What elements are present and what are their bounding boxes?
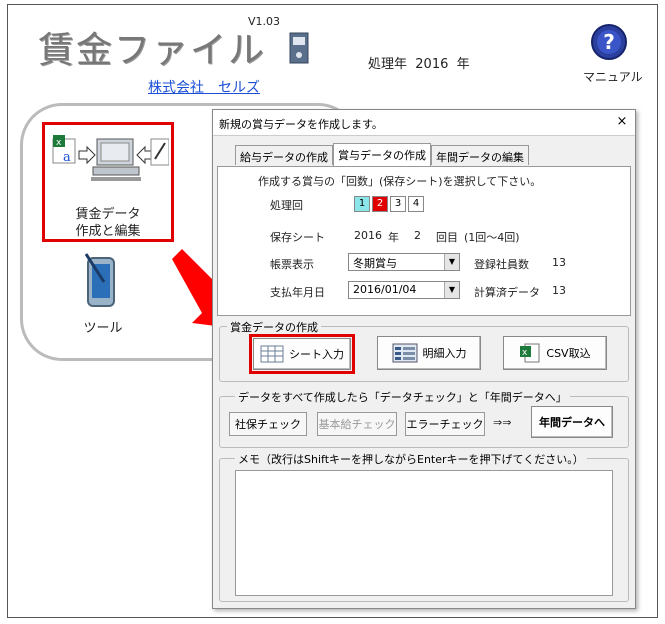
bonus-dialog: 新規の賞与データを作成します。 × 給与データの作成 賞与データの作成 年間デー…: [212, 109, 636, 609]
detail-input-label: 明細入力: [422, 347, 467, 360]
csv-import-button[interactable]: x CSV取込: [503, 336, 607, 370]
pay-date-value: 2016/01/04: [353, 283, 417, 296]
year-label: 処理年: [368, 57, 408, 72]
form-select[interactable]: 冬期賞与 ▼: [348, 253, 460, 271]
processing-year: 処理年 2016 年: [368, 53, 470, 72]
error-check-button[interactable]: エラーチェック: [405, 412, 485, 436]
save-sheet-round-unit: 回目: [436, 231, 458, 244]
svg-text:x: x: [56, 138, 62, 148]
year-value: 2016: [415, 57, 449, 72]
chevron-down-icon: ▼: [444, 254, 459, 270]
pay-date-select[interactable]: 2016/01/04 ▼: [348, 281, 460, 299]
save-sheet-label: 保存シート: [270, 231, 325, 244]
wage-data-button[interactable]: x a 賃金データ 作成と編集: [42, 122, 174, 242]
round-label: 処理回: [270, 199, 303, 212]
year-unit: 年: [456, 57, 470, 72]
calculated-label: 計算済データ: [474, 286, 540, 299]
wage-data-label-2: 作成と編集: [75, 224, 141, 239]
file-binder-icon: [289, 32, 309, 64]
smartphone-tool-icon[interactable]: [78, 252, 124, 310]
pay-date-label: 支払年月日: [270, 286, 325, 299]
save-sheet-year-unit: 年: [388, 231, 399, 244]
registered-value: 13: [552, 256, 566, 269]
calculated-value: 13: [552, 284, 566, 297]
computer-exchange-icon: x a: [52, 135, 169, 181]
tab-salary[interactable]: 給与データの作成: [235, 145, 333, 165]
csv-import-label: CSV取込: [546, 347, 591, 360]
insurance-check-button[interactable]: 社保チェック: [229, 412, 307, 436]
to-annual-button[interactable]: 年間データへ: [531, 406, 613, 438]
bonus-panel: 作成する賞与の「回数」(保存シート)を選択して下さい。 処理回 1 2 3 4 …: [217, 166, 631, 316]
memo-label: メモ（改行はShiftキーを押しながらEnterキーを押下げてください。）: [235, 451, 587, 467]
main-window: 賃金ファイル V1.03 株式会社 セルズ 処理年 2016 年 ? マニュアル…: [7, 4, 658, 618]
manual-label[interactable]: マニュアル: [583, 68, 643, 85]
round-3-button[interactable]: 3: [390, 196, 406, 212]
round-2-button[interactable]: 2: [372, 196, 388, 212]
round-1-button[interactable]: 1: [354, 196, 370, 212]
svg-text:x: x: [522, 348, 528, 358]
registered-label: 登録社員数: [474, 258, 529, 271]
excel-file-icon: x: [520, 343, 540, 363]
form-label: 帳票表示: [270, 258, 314, 271]
round-4-button[interactable]: 4: [408, 196, 424, 212]
check-group-label: データをすべて作成したら「データチェック」と「年間データへ」: [235, 389, 570, 405]
svg-text:a: a: [63, 150, 71, 165]
tool-label[interactable]: ツール: [68, 317, 138, 336]
version-label: V1.03: [248, 15, 281, 28]
chevron-down-icon: ▼: [444, 282, 459, 298]
dialog-title: 新規の賞与データを作成します。: [213, 110, 635, 136]
instruction-text: 作成する賞与の「回数」(保存シート)を選択して下さい。: [258, 175, 542, 188]
detail-input-button[interactable]: 明細入力: [377, 336, 481, 370]
save-sheet-range: (1回～4回): [464, 231, 520, 244]
save-sheet-round: 2: [414, 229, 421, 242]
app-title: 賃金ファイル: [38, 30, 267, 71]
close-button[interactable]: ×: [613, 113, 631, 131]
company-link[interactable]: 株式会社 セルズ: [148, 77, 260, 97]
create-group-label: 賞金データの作成: [227, 319, 321, 335]
form-value: 冬期賞与: [353, 257, 397, 270]
help-icon[interactable]: ?: [590, 23, 628, 61]
base-pay-check-button[interactable]: 基本給チェック: [317, 412, 397, 436]
spreadsheet-icon: [260, 345, 284, 363]
detail-list-icon: [392, 343, 417, 363]
tab-annual[interactable]: 年間データの編集: [431, 145, 529, 165]
save-sheet-year: 2016: [354, 229, 382, 242]
sheet-input-label: シート入力: [289, 348, 344, 361]
arrow-indicator: ⇒⇒: [493, 416, 512, 429]
sheet-input-button[interactable]: シート入力: [253, 338, 351, 370]
tab-bonus[interactable]: 賞与データの作成: [333, 143, 431, 166]
memo-textarea[interactable]: [235, 470, 613, 596]
svg-text:?: ?: [603, 30, 615, 54]
